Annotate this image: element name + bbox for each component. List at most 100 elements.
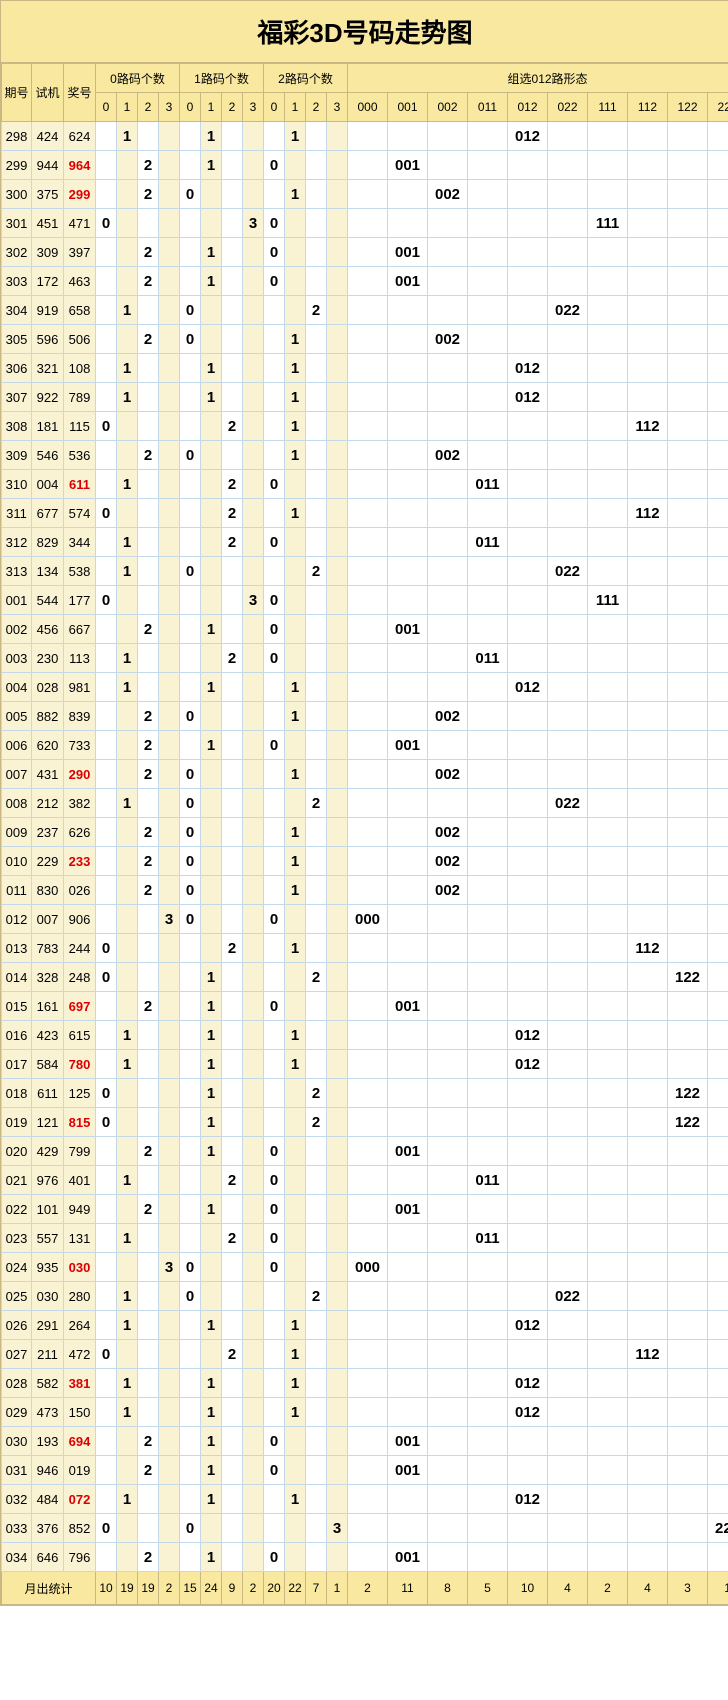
cell-count [222, 876, 243, 905]
cell-count [117, 1340, 138, 1369]
cell-count: 0 [264, 905, 285, 934]
cell-count [222, 1195, 243, 1224]
cell-count [96, 1485, 117, 1514]
cell-count [243, 151, 264, 180]
cell-pattern [348, 499, 388, 528]
cell-win: 536 [64, 441, 96, 470]
cell-win: 538 [64, 557, 96, 586]
cell-count: 0 [264, 1195, 285, 1224]
cell-pattern [428, 1485, 468, 1514]
cell-test: 620 [32, 731, 64, 760]
cell-count [201, 702, 222, 731]
cell-count [243, 1427, 264, 1456]
cell-count: 0 [180, 557, 201, 586]
cell-count [117, 267, 138, 296]
pat-col: 012 [508, 93, 548, 122]
cell-pattern [348, 441, 388, 470]
cell-count [327, 876, 348, 905]
cell-pattern [668, 499, 708, 528]
cell-count: 2 [222, 1340, 243, 1369]
cell-pattern [668, 1543, 708, 1572]
cell-count [201, 1224, 222, 1253]
cell-pattern [428, 1253, 468, 1282]
cell-pattern [508, 615, 548, 644]
sub-col: 2 [306, 93, 327, 122]
cell-count [285, 615, 306, 644]
cell-count: 1 [285, 325, 306, 354]
cell-count: 1 [201, 1050, 222, 1079]
cell-test: 321 [32, 354, 64, 383]
cell-pattern [508, 1079, 548, 1108]
cell-count [96, 528, 117, 557]
cell-pattern [428, 586, 468, 615]
cell-pattern [428, 1311, 468, 1340]
cell-pattern [508, 325, 548, 354]
cell-win: 626 [64, 818, 96, 847]
cell-pattern [548, 673, 588, 702]
cell-count [327, 789, 348, 818]
cell-count [180, 528, 201, 557]
cell-count [285, 1427, 306, 1456]
cell-test: 212 [32, 789, 64, 818]
cell-count [159, 673, 180, 702]
cell-test: 423 [32, 1021, 64, 1050]
cell-pattern [508, 1166, 548, 1195]
cell-win: 131 [64, 1224, 96, 1253]
cell-count [222, 760, 243, 789]
cell-count [222, 1079, 243, 1108]
cell-count: 0 [180, 847, 201, 876]
cell-count [180, 267, 201, 296]
cell-count [222, 296, 243, 325]
cell-count: 0 [96, 934, 117, 963]
cell-count [222, 1137, 243, 1166]
cell-issue: 017 [2, 1050, 32, 1079]
cell-count [306, 1021, 327, 1050]
cell-pattern [588, 1108, 628, 1137]
cell-count [327, 1108, 348, 1137]
cell-count [327, 180, 348, 209]
cell-pattern [708, 1021, 728, 1050]
cell-count [180, 673, 201, 702]
cell-count [159, 1166, 180, 1195]
cell-pattern [388, 934, 428, 963]
cell-pattern [428, 1224, 468, 1253]
cell-win: 381 [64, 1369, 96, 1398]
cell-pattern [388, 586, 428, 615]
cell-count: 0 [264, 1137, 285, 1166]
cell-pattern [708, 1282, 728, 1311]
cell-count [327, 470, 348, 499]
cell-count [180, 1543, 201, 1572]
cell-pattern [708, 528, 728, 557]
cell-count [201, 528, 222, 557]
cell-pattern [468, 905, 508, 934]
cell-count [117, 1543, 138, 1572]
cell-count [264, 1485, 285, 1514]
cell-count: 1 [201, 1137, 222, 1166]
footer-cell: 2 [348, 1572, 388, 1605]
cell-count: 1 [285, 499, 306, 528]
cell-pattern: 002 [428, 760, 468, 789]
cell-pattern [388, 1340, 428, 1369]
cell-count [243, 499, 264, 528]
cell-count [138, 586, 159, 615]
table-row: 306321108111012 [2, 354, 728, 383]
cell-count: 1 [117, 1224, 138, 1253]
cell-pattern [548, 1543, 588, 1572]
cell-count [180, 731, 201, 760]
cell-count [180, 1050, 201, 1079]
cell-count [243, 963, 264, 992]
sub-col: 0 [180, 93, 201, 122]
cell-pattern [668, 209, 708, 238]
cell-count [264, 934, 285, 963]
cell-pattern [708, 209, 728, 238]
cell-pattern [388, 760, 428, 789]
cell-count [243, 1195, 264, 1224]
cell-count [201, 325, 222, 354]
cell-count [306, 905, 327, 934]
cell-count [306, 586, 327, 615]
cell-count: 0 [96, 963, 117, 992]
cell-pattern [468, 1137, 508, 1166]
cell-count: 1 [285, 760, 306, 789]
cell-pattern [588, 1195, 628, 1224]
cell-pattern [628, 383, 668, 412]
